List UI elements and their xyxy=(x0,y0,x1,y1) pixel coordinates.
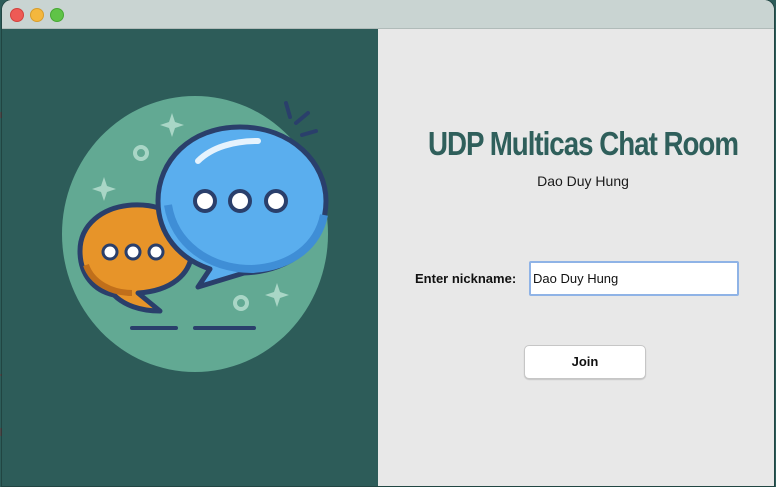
app-title: UDP Multicas Chat Room xyxy=(427,125,739,162)
illustration-panel xyxy=(2,29,378,486)
close-window-button[interactable] xyxy=(10,8,24,22)
illustration-base xyxy=(42,375,342,435)
maximize-window-button[interactable] xyxy=(50,8,64,22)
nickname-input[interactable] xyxy=(529,261,739,296)
nickname-label: Enter nickname: xyxy=(415,271,517,286)
minimize-window-button[interactable] xyxy=(30,8,44,22)
chat-bubbles-icon xyxy=(42,96,342,435)
join-form-panel: UDP Multicas Chat Room Dao Duy Hung Ente… xyxy=(378,29,774,486)
join-button[interactable]: Join xyxy=(524,345,646,379)
title-bar[interactable] xyxy=(2,0,774,29)
chat-join-window: UDP Multicas Chat Room Dao Duy Hung Ente… xyxy=(2,0,774,486)
emphasis-lines-icon xyxy=(284,101,318,137)
author-name: Dao Duy Hung xyxy=(537,173,629,189)
